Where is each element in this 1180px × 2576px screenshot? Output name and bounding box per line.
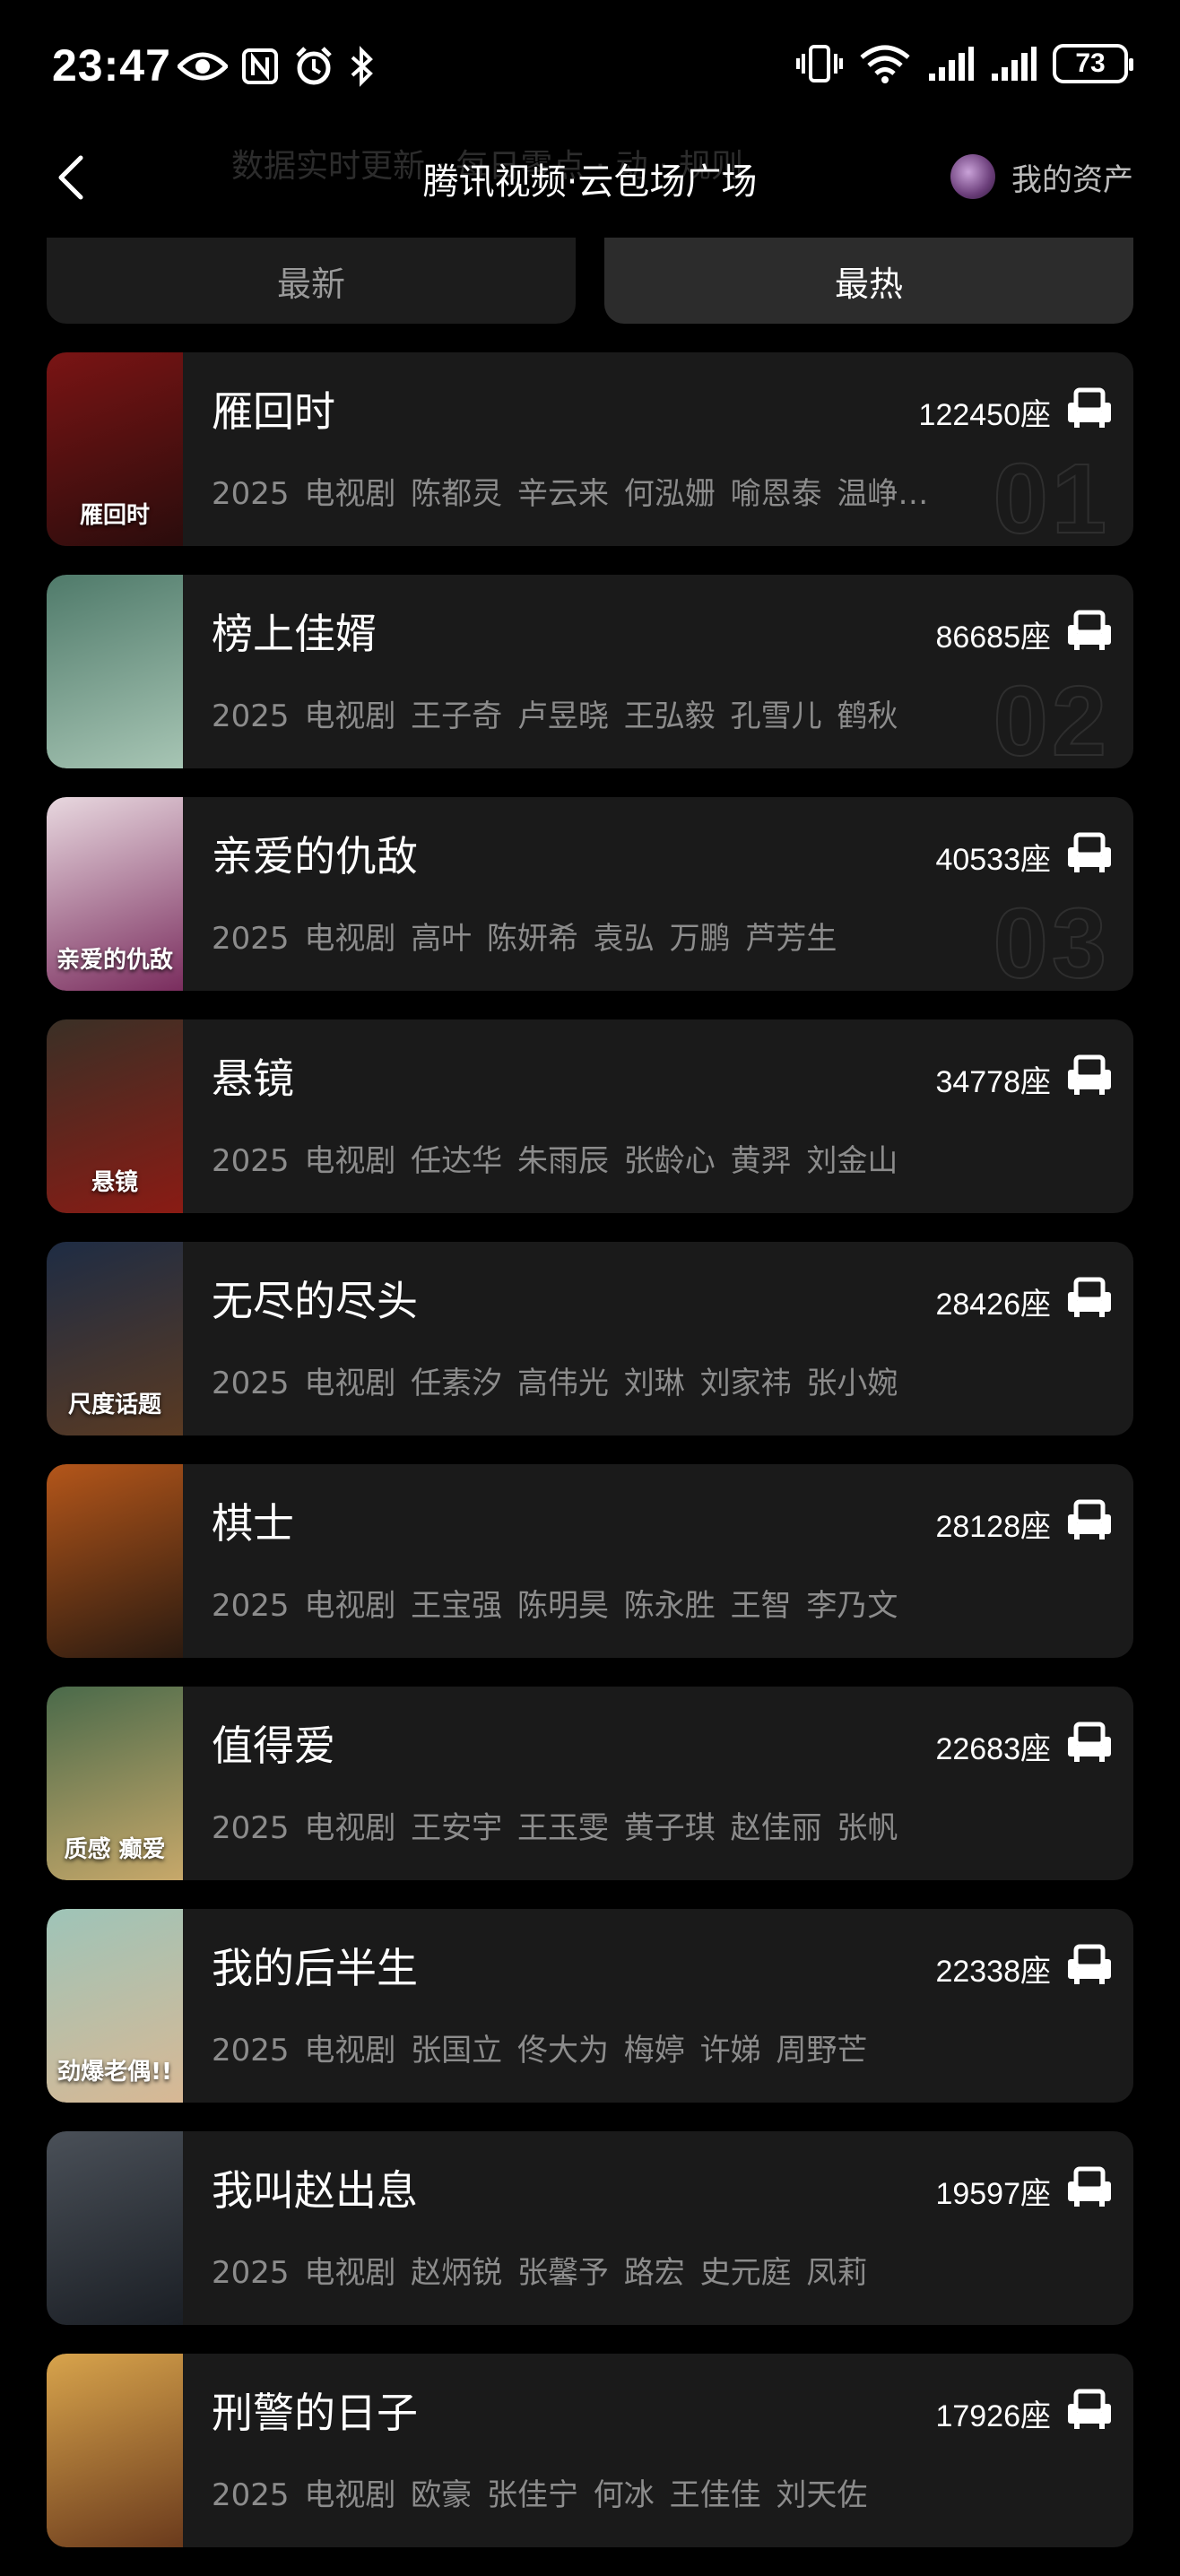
poster-title-art: 亲爱的仇敌 [56, 947, 173, 974]
list-item[interactable]: 尺度话题 无尽的尽头 28426座 2025 电视剧 任素汐 高伟光 刘琳 刘家… [47, 1242, 1133, 1435]
sofa-icon [1068, 2389, 1111, 2429]
seat-count: 122450座 [918, 398, 1051, 432]
list-item[interactable]: 我叫赵出息 19597座 2025 电视剧 赵炳锐 张馨予 路宏 史元庭 凤莉 [47, 2131, 1133, 2325]
list-item[interactable]: 悬镜 悬镜 34778座 2025 电视剧 任达华 朱雨辰 张龄心 黄羿 刘金山 [47, 1019, 1133, 1213]
show-meta: 2025 电视剧 任达华 朱雨辰 张龄心 黄羿 刘金山 [212, 1143, 898, 1179]
list-item[interactable]: 02 榜上佳婿 86685座 2025 电视剧 王子奇 卢昱晓 王弘毅 孔雪儿 … [47, 575, 1133, 768]
poster-image: 雁回时 [47, 352, 183, 546]
seat-count: 17926座 [935, 2399, 1051, 2433]
poster-image: 质感 癫爱 [47, 1687, 183, 1880]
sofa-icon [1068, 2166, 1111, 2207]
show-meta: 2025 电视剧 陈都灵 辛云来 何泓姗 喻恩泰 温峥… [212, 476, 929, 512]
sofa-icon [1068, 610, 1111, 650]
tab-latest-label: 最新 [276, 264, 345, 304]
avatar [950, 154, 995, 199]
show-title: 悬镜 [212, 1054, 294, 1103]
seat-count: 28426座 [935, 1288, 1051, 1322]
poster-title-art: 尺度话题 [67, 1392, 161, 1418]
poster-image [47, 2131, 183, 2325]
status-right-icons: 73 [796, 43, 1133, 84]
show-title: 刑警的日子 [212, 2389, 418, 2437]
show-meta: 2025 电视剧 赵炳锐 张馨予 路宏 史元庭 凤莉 [212, 2255, 868, 2291]
sort-tabs: 最新 最热 [47, 238, 1133, 324]
show-title: 我的后半生 [212, 1944, 418, 1992]
sofa-icon [1068, 387, 1111, 428]
vibrate-icon [796, 45, 843, 82]
show-title: 我叫赵出息 [212, 2166, 418, 2215]
poster-image: 悬镜 [47, 1019, 183, 1213]
seat-count: 19597座 [935, 2177, 1051, 2211]
poster-title-art: 劲爆老偶!! [57, 2059, 172, 2086]
sofa-icon [1068, 1277, 1111, 1317]
seat-count: 40533座 [935, 843, 1051, 877]
poster-title-art: 雁回时 [79, 502, 150, 529]
list-item[interactable]: 劲爆老偶!! 我的后半生 22338座 2025 电视剧 张国立 佟大为 梅婷 … [47, 1909, 1133, 2103]
poster-image: 劲爆老偶!! [47, 1909, 183, 2103]
show-title: 雁回时 [212, 387, 335, 436]
my-assets-label: 我的资产 [1011, 161, 1133, 198]
show-title: 无尽的尽头 [212, 1277, 418, 1325]
seat-count: 22683座 [935, 1732, 1051, 1766]
poster-title-art: 悬镜 [91, 1169, 138, 1196]
list-item[interactable]: 棋士 28128座 2025 电视剧 王宝强 陈明昊 陈永胜 王智 李乃文 [47, 1464, 1133, 1658]
battery-indicator: 73 [1053, 44, 1133, 83]
seat-count: 22338座 [935, 1955, 1051, 1989]
list-item[interactable]: 雁回时 01 雁回时 122450座 2025 电视剧 陈都灵 辛云来 何泓姗 … [47, 352, 1133, 546]
seat-count: 86685座 [935, 620, 1051, 655]
seat-count: 28128座 [935, 1510, 1051, 1544]
poster-image [47, 2354, 183, 2547]
list-item[interactable]: 质感 癫爱 值得爱 22683座 2025 电视剧 王安宇 王玉雯 黄子琪 赵佳… [47, 1687, 1133, 1880]
show-list: 雁回时 01 雁回时 122450座 2025 电视剧 陈都灵 辛云来 何泓姗 … [47, 352, 1133, 2576]
status-left-icons [178, 45, 375, 88]
poster-title-art: 质感 癫爱 [64, 1836, 166, 1863]
sofa-icon [1068, 832, 1111, 872]
show-meta: 2025 电视剧 高叶 陈妍希 袁弘 万鹏 芦芳生 [212, 921, 837, 957]
sofa-icon [1068, 1944, 1111, 1984]
bluetooth-icon [351, 46, 373, 87]
signal-icon-2 [992, 47, 1037, 81]
list-item[interactable]: 刑警的日子 17926座 2025 电视剧 欧豪 张佳宁 何冰 王佳佳 刘天佐 [47, 2354, 1133, 2547]
sofa-icon [1068, 1499, 1111, 1540]
show-meta: 2025 电视剧 王子奇 卢昱晓 王弘毅 孔雪儿 鹤秋 [212, 698, 898, 734]
nfc-icon [242, 48, 278, 84]
my-assets-button[interactable]: 我的资产 [950, 154, 1133, 199]
show-title: 榜上佳婿 [212, 610, 377, 658]
poster-image: 亲爱的仇敌 [47, 797, 183, 991]
status-time: 23:47 [52, 40, 171, 91]
sofa-icon [1068, 1722, 1111, 1762]
tab-latest[interactable]: 最新 [47, 238, 576, 324]
show-title: 棋士 [212, 1499, 294, 1548]
seat-count: 34778座 [935, 1065, 1051, 1099]
show-meta: 2025 电视剧 王安宇 王玉雯 黄子琪 赵佳丽 张帆 [212, 1810, 898, 1846]
tab-hottest-label: 最热 [834, 264, 903, 304]
show-title: 亲爱的仇敌 [212, 832, 418, 880]
show-meta: 2025 电视剧 欧豪 张佳宁 何冰 王佳佳 刘天佐 [212, 2477, 868, 2513]
eye-icon [178, 52, 228, 81]
signal-icon-1 [929, 47, 974, 81]
show-meta: 2025 电视剧 张国立 佟大为 梅婷 许娣 周野芒 [212, 2033, 868, 2069]
header: 数据实时更新 · 每日零点 · 动 · 规则 腾讯视频·云包场广场 我的资产 [0, 134, 1180, 224]
tab-hottest[interactable]: 最热 [604, 238, 1133, 324]
alarm-icon [296, 47, 332, 85]
poster-image: 尺度话题 [47, 1242, 183, 1435]
poster-image [47, 575, 183, 768]
sofa-icon [1068, 1054, 1111, 1095]
wifi-icon [860, 45, 910, 83]
show-meta: 2025 电视剧 任素汐 高伟光 刘琳 刘家祎 张小婉 [212, 1366, 898, 1401]
show-meta: 2025 电视剧 王宝强 陈明昊 陈永胜 王智 李乃文 [212, 1588, 898, 1624]
list-item[interactable]: 亲爱的仇敌 03 亲爱的仇敌 40533座 2025 电视剧 高叶 陈妍希 袁弘… [47, 797, 1133, 991]
status-bar: 23:47 73 [0, 0, 1180, 134]
poster-image [47, 1464, 183, 1658]
show-title: 值得爱 [212, 1722, 335, 1770]
